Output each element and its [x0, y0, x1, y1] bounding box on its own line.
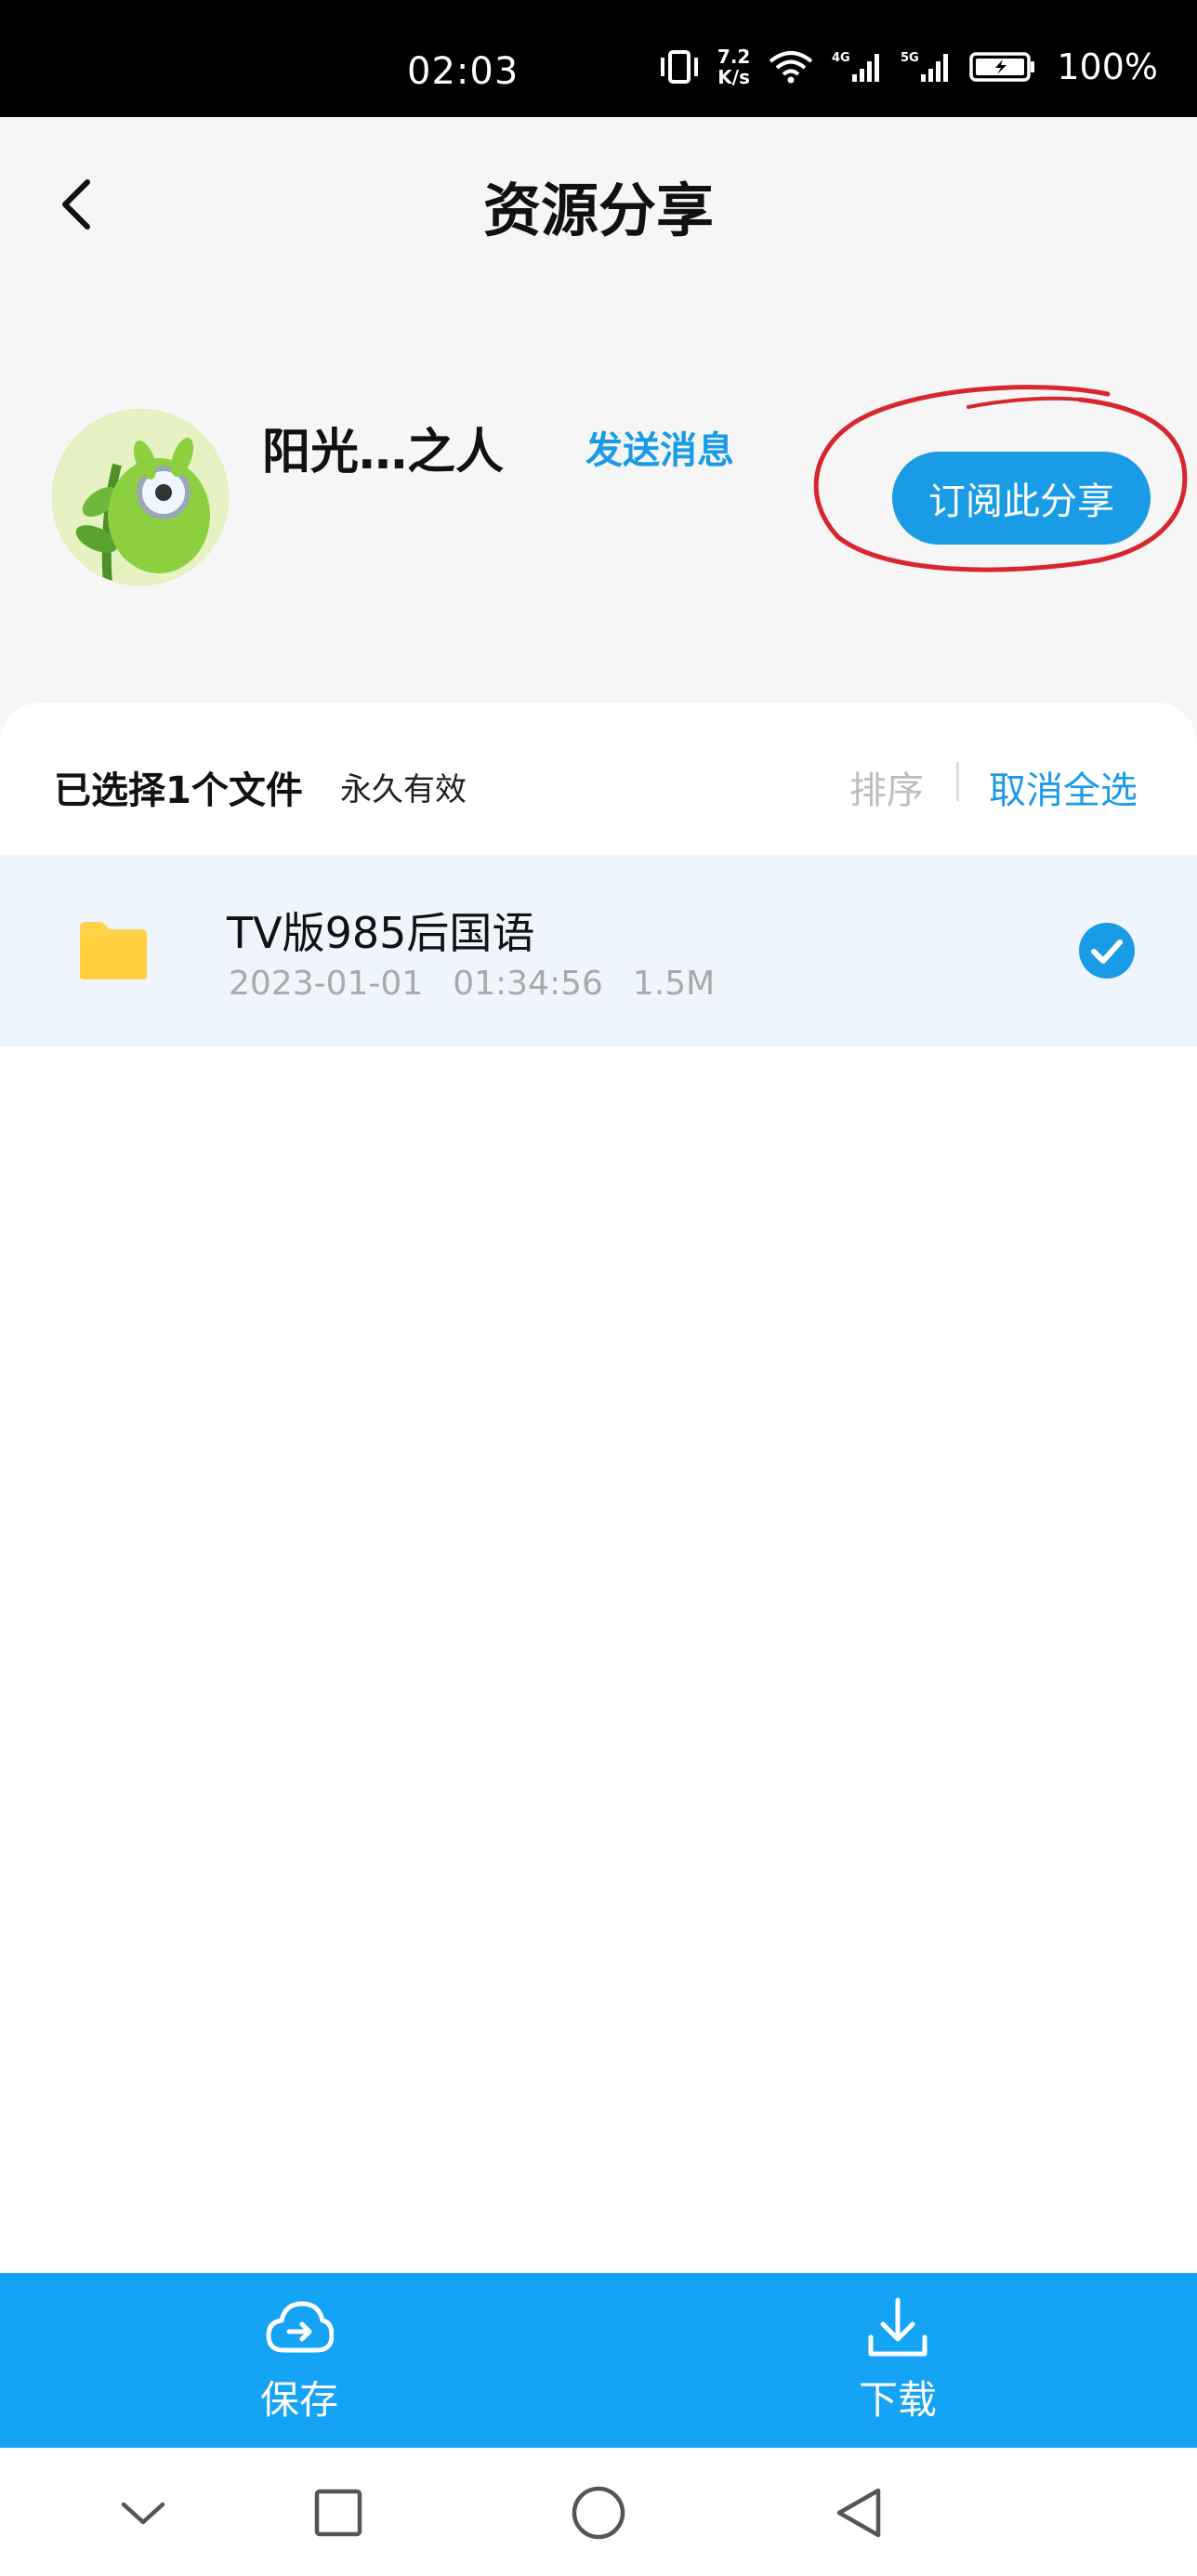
action-bar: 保存 下载	[0, 2273, 1197, 2448]
folder-icon	[80, 922, 147, 979]
download-icon	[868, 2297, 927, 2356]
deselect-all-button[interactable]: 取消全选	[989, 760, 1138, 814]
checkbox-checked-icon[interactable]	[1078, 922, 1136, 979]
username: 阳光…之人	[262, 425, 505, 480]
wifi-icon	[767, 48, 815, 85]
battery-icon	[969, 48, 1036, 85]
signal-4g-icon: 4G	[832, 48, 884, 85]
file-meta: 2023-01-01 01:34:56 1.5M	[229, 965, 715, 1003]
validity-label: 永久有效	[340, 771, 467, 808]
net-speed: 7.2 K/s	[717, 46, 750, 87]
file-row[interactable]: TV版985后国语 2023-01-01 01:34:56 1.5M	[0, 855, 1197, 1046]
cloud-save-icon	[266, 2301, 334, 2352]
subscribe-button[interactable]: 订阅此分享	[892, 452, 1151, 545]
selected-count: 已选择1个文件	[54, 769, 303, 812]
sort-button[interactable]: 排序	[849, 760, 924, 814]
save-label: 保存	[259, 2376, 338, 2423]
toolbar-divider	[956, 762, 959, 801]
square-icon	[314, 2489, 362, 2537]
list-toolbar: 已选择1个文件 永久有效 排序 取消全选	[0, 743, 1197, 818]
signal-5g-label: 5G	[901, 51, 919, 65]
send-message-link[interactable]: 发送消息	[585, 420, 734, 474]
avatar-image	[52, 409, 229, 585]
status-icons: 7.2 K/s 4G 5G 100%	[658, 46, 1158, 87]
system-nav-bar	[0, 2448, 1197, 2576]
status-time: 02:03	[407, 50, 520, 93]
screen: 02:03 7.2 K/s 4G 5G 100% 资源分享 阳光…之人 发送消息…	[0, 0, 1197, 2576]
battery-percent: 100%	[1057, 46, 1158, 87]
net-speed-value: 7.2	[717, 46, 751, 68]
signal-5g-icon: 5G	[901, 48, 953, 85]
signal-4g-label: 4G	[832, 51, 850, 65]
nav-collapse-button[interactable]	[113, 2483, 173, 2543]
file-time: 01:34:56	[453, 965, 603, 1003]
nav-back-button[interactable]	[829, 2483, 888, 2543]
status-bar: 02:03 7.2 K/s 4G 5G 100%	[0, 0, 1197, 117]
download-button[interactable]: 下载	[598, 2273, 1197, 2448]
file-size: 1.5M	[632, 965, 716, 1003]
file-date: 2023-01-01	[229, 965, 424, 1003]
chevron-down-icon	[121, 2502, 165, 2525]
circle-icon	[572, 2486, 625, 2540]
net-speed-unit: K/s	[717, 66, 750, 88]
nav-recents-button[interactable]	[309, 2483, 368, 2543]
download-label: 下载	[858, 2376, 937, 2423]
avatar[interactable]	[52, 409, 229, 585]
save-button[interactable]: 保存	[0, 2273, 598, 2448]
nav-home-button[interactable]	[569, 2483, 628, 2543]
page-title: 资源分享	[482, 177, 714, 244]
file-name: TV版985后国语	[227, 908, 535, 958]
vibrate-icon	[658, 48, 701, 85]
triangle-back-icon	[836, 2488, 881, 2538]
